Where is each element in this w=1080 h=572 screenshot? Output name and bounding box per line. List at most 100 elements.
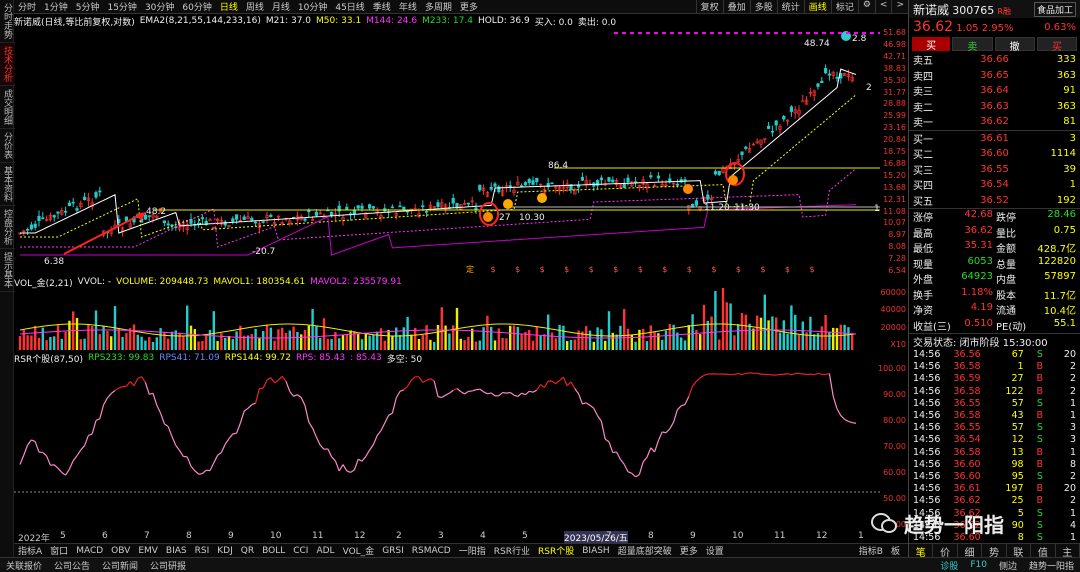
indicator-tab-b-1[interactable]: 板: [887, 544, 904, 557]
left-tab-5[interactable]: 控盘分析: [0, 206, 15, 249]
toolbar-btn-8[interactable]: >: [891, 0, 908, 13]
panel-tab-1[interactable]: 价: [933, 544, 958, 559]
period-14[interactable]: 更多: [456, 0, 482, 13]
indicator-tab-3[interactable]: OBV: [107, 546, 134, 556]
indicator-tab-15[interactable]: 一阳指: [455, 544, 490, 557]
book-row[interactable]: 买四 36.54 1: [909, 177, 1080, 193]
period-8[interactable]: 月线: [268, 0, 294, 13]
indicator-tab-9[interactable]: BOLL: [258, 546, 289, 556]
book-row[interactable]: 卖四 36.65 363: [909, 68, 1080, 84]
indicator-tab-17[interactable]: RSR个股: [534, 544, 578, 557]
period-7[interactable]: 周线: [242, 0, 268, 13]
book-row[interactable]: 卖二 36.63 363: [909, 99, 1080, 115]
indicator-tab-b-0[interactable]: 指标B: [855, 544, 887, 557]
status-item-2[interactable]: 公司新闻: [96, 559, 144, 572]
indicator-tab-13[interactable]: GRSI: [378, 546, 408, 556]
period-3[interactable]: 15分钟: [103, 0, 140, 13]
book-row[interactable]: 卖五 36.66 333: [909, 52, 1080, 68]
toolbar-btn-4[interactable]: 画线: [803, 0, 831, 13]
left-tab-0[interactable]: 分时走势: [0, 0, 15, 43]
period-12[interactable]: 年线: [395, 0, 421, 13]
status-item-6[interactable]: 侧边: [993, 559, 1023, 572]
indicator-tab-11[interactable]: ADL: [312, 546, 338, 556]
toolbar-btn-0[interactable]: 复权: [695, 0, 723, 13]
indicator-tab-0[interactable]: 指标A: [14, 544, 46, 557]
period-0[interactable]: 分时: [14, 0, 40, 13]
indicator-tab-2[interactable]: MACD: [72, 546, 107, 556]
period-5[interactable]: 60分钟: [178, 0, 215, 13]
panel-tab-0[interactable]: 笔: [909, 544, 934, 559]
panel-tab-4[interactable]: 联: [1007, 544, 1032, 559]
book-row[interactable]: 卖一 36.62 81: [909, 114, 1080, 130]
sell-button[interactable]: 卖: [952, 37, 993, 53]
volume-chart[interactable]: [14, 288, 880, 350]
event-marker[interactable]: $: [638, 265, 643, 274]
indicator-tab-21[interactable]: 设置: [702, 544, 728, 557]
indicator-tab-6[interactable]: RSI: [191, 546, 214, 556]
event-marker[interactable]: $: [540, 265, 545, 274]
hold-button[interactable]: 买: [1036, 37, 1077, 53]
status-item-4[interactable]: 诊股: [934, 559, 964, 572]
book-row[interactable]: 买五 36.52 192: [909, 193, 1080, 209]
indicator-tab-14[interactable]: RSMACD: [408, 546, 455, 556]
status-item-3[interactable]: 公司研报: [144, 559, 192, 572]
toolbar-btn-2[interactable]: 多股: [749, 0, 777, 13]
event-marker[interactable]: $: [711, 265, 716, 274]
event-marker[interactable]: 定: [466, 264, 474, 274]
left-tab-3[interactable]: 分价表: [0, 129, 15, 163]
indicator-tab-8[interactable]: QR: [237, 546, 258, 556]
buy-button[interactable]: 买: [912, 37, 951, 52]
period-9[interactable]: 10分钟: [294, 0, 331, 13]
event-marker[interactable]: $: [809, 265, 814, 274]
left-tab-6[interactable]: 提示基本: [0, 249, 15, 292]
toolbar-btn-6[interactable]: ⚙: [857, 0, 875, 13]
period-10[interactable]: 45日线: [331, 0, 368, 13]
event-marker[interactable]: $: [515, 265, 520, 274]
panel-tab-2[interactable]: 细: [958, 544, 983, 559]
book-row[interactable]: 卖三 36.64 91: [909, 83, 1080, 99]
panel-tab-3[interactable]: 势: [982, 544, 1007, 559]
indicator-tab-4[interactable]: EMV: [134, 546, 162, 556]
panel-tab-5[interactable]: 值: [1031, 544, 1056, 559]
toolbar-btn-3[interactable]: 统计: [776, 0, 804, 13]
event-marker[interactable]: $: [589, 265, 594, 274]
period-6[interactable]: 日线: [216, 0, 242, 13]
rsr-chart[interactable]: [14, 364, 880, 530]
period-1[interactable]: 1分钟: [40, 0, 72, 13]
event-marker[interactable]: $: [687, 265, 692, 274]
indicator-tab-20[interactable]: 更多: [676, 544, 702, 557]
indicator-tab-18[interactable]: BIASH: [578, 546, 613, 556]
event-marker[interactable]: $: [491, 265, 496, 274]
left-tab-4[interactable]: 基本资料: [0, 163, 15, 206]
period-4[interactable]: 30分钟: [141, 0, 178, 13]
event-marker[interactable]: $: [736, 265, 741, 274]
event-marker[interactable]: $: [564, 265, 569, 274]
period-13[interactable]: 多周期: [421, 0, 456, 13]
book-row[interactable]: 买三 36.55 39: [909, 162, 1080, 178]
panel-tab-6[interactable]: 主: [1056, 544, 1080, 559]
period-11[interactable]: 季线: [369, 0, 395, 13]
kline-chart[interactable]: 48.2 6.38 -20.7 27 10.30 86.4 11.20 11.30 48.74 2…: [14, 28, 880, 276]
indicator-tab-16[interactable]: RSR行业: [490, 544, 534, 557]
book-row[interactable]: 买一 36.61 3: [909, 131, 1080, 147]
toolbar-btn-5[interactable]: 标记: [830, 0, 858, 13]
status-item-0[interactable]: 关联报价: [0, 559, 48, 572]
indicator-tab-5[interactable]: BIAS: [162, 546, 191, 556]
indicator-tab-7[interactable]: KDJ: [213, 546, 237, 556]
cancel-button[interactable]: 撤: [994, 37, 1035, 53]
status-item-5[interactable]: F10: [964, 560, 993, 570]
indicator-tab-1[interactable]: 窗口: [46, 544, 72, 557]
book-row[interactable]: 买二 36.60 1114: [909, 146, 1080, 162]
event-marker[interactable]: $: [785, 265, 790, 274]
event-marker[interactable]: $: [613, 265, 618, 274]
left-tab-2[interactable]: 成交明细: [0, 86, 15, 129]
event-marker[interactable]: $: [662, 265, 667, 274]
sector-tag[interactable]: 食品加工: [1033, 1, 1076, 17]
period-2[interactable]: 5分钟: [72, 0, 104, 13]
status-item-7[interactable]: 趋势一阳指: [1023, 559, 1080, 572]
left-tab-1[interactable]: 技术分析: [0, 43, 15, 86]
indicator-tab-10[interactable]: CCI: [289, 546, 312, 556]
indicator-tab-12[interactable]: VOL_金: [339, 544, 379, 557]
event-marker[interactable]: $: [760, 265, 765, 274]
toolbar-btn-1[interactable]: 叠加: [722, 0, 750, 13]
